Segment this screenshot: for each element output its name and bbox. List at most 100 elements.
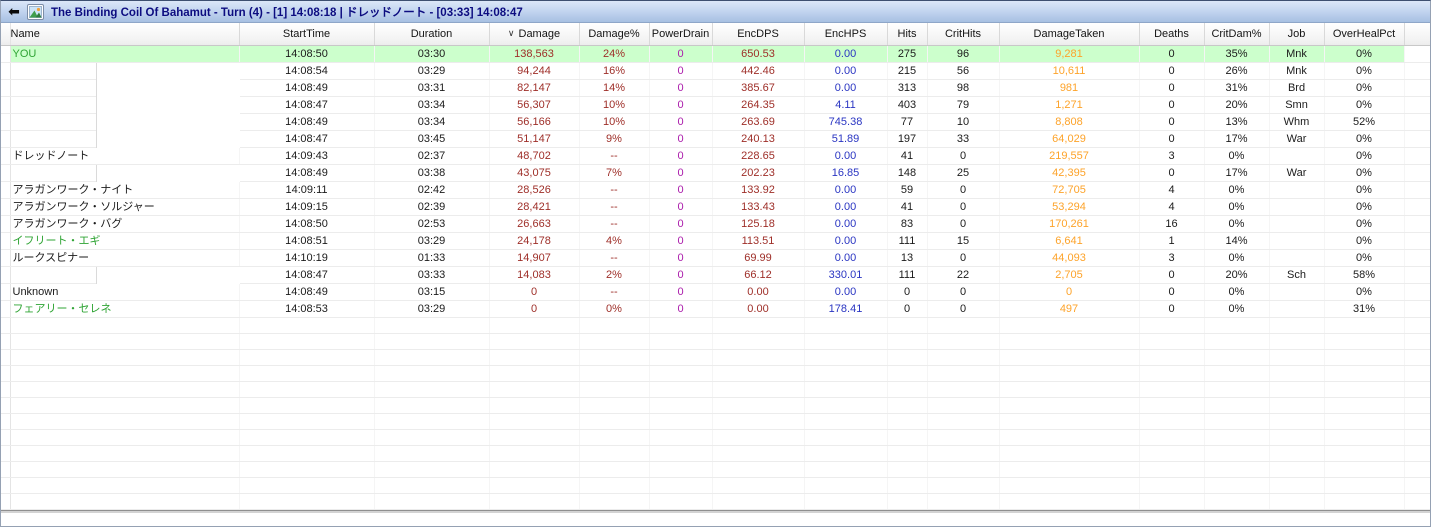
combatant-row[interactable]: フェアリー・セレネ 14:08:53 03:29 0 0% 0 0.00 178.41 0 0 49… [1, 300, 1430, 318]
cell-overHealPct: 0% [1324, 96, 1405, 114]
cell-damage [489, 381, 580, 398]
redacted-name-box [95, 130, 240, 148]
cell-encHps [804, 477, 888, 494]
cell-overHealPct [1324, 365, 1405, 382]
cell-damageTaken [999, 445, 1140, 462]
column-header-job[interactable]: Job [1269, 23, 1325, 46]
cell-job [1269, 397, 1325, 414]
cell-critHits [927, 349, 1000, 366]
cell-damage: 28,526 [489, 181, 580, 199]
cell-deaths: 3 [1139, 249, 1205, 267]
cell-overHealPct: 0% [1324, 62, 1405, 80]
cell-powerDrain: 0 [649, 198, 713, 216]
cell-job: War [1269, 164, 1325, 182]
cell-job: Brd [1269, 79, 1325, 97]
row-filler [1404, 283, 1430, 301]
cell-encDps: 125.18 [712, 215, 805, 233]
cell-duration [374, 381, 490, 398]
cell-overHealPct [1324, 413, 1405, 430]
combatant-row[interactable]: 14:08:47 03:33 14,083 2% 0 66.12 330.01 111 22 2,… [1, 266, 1430, 284]
combatant-row[interactable]: アラガンワーク・ナイト 14:09:11 02:42 28,526 -- 0 133.92 0… [1, 181, 1430, 199]
column-header-critDamPct[interactable]: CritDam% [1204, 23, 1270, 46]
row-filler [1404, 181, 1430, 199]
cell-encHps: 0.00 [804, 215, 888, 233]
cell-critHits [927, 381, 1000, 398]
cell-startTime [239, 381, 375, 398]
cell-encHps [804, 413, 888, 430]
cell-duration: 03:15 [374, 283, 490, 301]
cell-overHealPct: 0% [1324, 147, 1405, 165]
cell-damage [489, 397, 580, 414]
cell-overHealPct [1324, 461, 1405, 478]
column-header-duration[interactable]: Duration [374, 23, 490, 46]
row-margin [1, 181, 11, 199]
combatant-row[interactable]: 14:08:47 03:45 51,147 9% 0 240.13 51.89 197 33 64… [1, 130, 1430, 148]
column-header-deaths[interactable]: Deaths [1139, 23, 1205, 46]
cell-job: Mnk [1269, 62, 1325, 80]
column-header-damageTaken[interactable]: DamageTaken [999, 23, 1140, 46]
cell-critHits: 0 [927, 198, 1000, 216]
cell-name [10, 461, 240, 478]
cell-damagePct: 7% [579, 164, 650, 182]
cell-critDamPct: 0% [1204, 283, 1270, 301]
combatant-name: アラガンワーク・バグ [12, 217, 123, 230]
combatant-row[interactable]: YOU 14:08:50 03:30 138,563 24% 0 650.53 0.00 275… [1, 45, 1430, 63]
row-filler [1404, 45, 1430, 63]
cell-critHits [927, 317, 1000, 334]
column-header-name[interactable]: Name [10, 23, 240, 46]
cell-damage: 0 [489, 300, 580, 318]
row-margin [1, 215, 11, 233]
cell-damagePct: 2% [579, 266, 650, 284]
cell-job [1269, 249, 1325, 267]
cell-overHealPct: 58% [1324, 266, 1405, 284]
cell-critHits: 79 [927, 96, 1000, 114]
row-margin [1, 113, 11, 131]
combatant-name: Unknown [12, 285, 59, 298]
combatant-row[interactable]: 14:08:54 03:29 94,244 16% 0 442.46 0.00 215 56 10… [1, 62, 1430, 80]
back-button[interactable]: ⬅ [4, 3, 24, 21]
screenshot-button[interactable] [25, 3, 45, 21]
empty-row [1, 381, 1430, 398]
column-header-startTime[interactable]: StartTime [239, 23, 375, 46]
column-header-encHps[interactable]: EncHPS [804, 23, 888, 46]
cell-startTime: 14:08:49 [239, 283, 375, 301]
combatant-row[interactable]: アラガンワーク・バグ 14:08:50 02:53 26,663 -- 0 125.18 0.… [1, 215, 1430, 233]
cell-critDamPct [1204, 381, 1270, 398]
cell-critHits [927, 413, 1000, 430]
cell-encHps [804, 365, 888, 382]
cell-powerDrain [649, 493, 713, 510]
combatant-row[interactable]: ルークスピナー 14:10:19 01:33 14,907 -- 0 69.99 0.00 13… [1, 249, 1430, 267]
combatant-row[interactable]: 14:08:49 03:34 56,166 10% 0 263.69 745.38 77 10 8… [1, 113, 1430, 131]
cell-damageTaken [999, 365, 1140, 382]
cell-damagePct [579, 365, 650, 382]
column-header-critHits[interactable]: CritHits [927, 23, 1000, 46]
row-filler [1404, 445, 1430, 462]
column-header-encDps[interactable]: EncDPS [712, 23, 805, 46]
sort-descending-icon: ∨ [507, 27, 515, 38]
column-header-overHealPct[interactable]: OverHealPct [1324, 23, 1405, 46]
combatant-row[interactable]: 14:08:49 03:38 43,075 7% 0 202.23 16.85 148 25 42… [1, 164, 1430, 182]
column-header-damagePct[interactable]: Damage% [579, 23, 650, 46]
column-header-damage[interactable]: ∨ Damage [489, 23, 580, 46]
cell-damagePct: 0% [579, 300, 650, 318]
cell-critDamPct [1204, 333, 1270, 350]
cell-hits [887, 413, 928, 430]
combatant-name: アラガンワーク・ソルジャー [12, 200, 155, 213]
combatant-row[interactable]: イフリート・エギ 14:08:51 03:29 24,178 4% 0 113.51 0.00… [1, 232, 1430, 250]
combatant-row[interactable]: 14:08:47 03:34 56,307 10% 0 264.35 4.11 403 79 1,… [1, 96, 1430, 114]
cell-critDamPct: 26% [1204, 62, 1270, 80]
cell-critDamPct: 14% [1204, 232, 1270, 250]
combatant-row[interactable]: アラガンワーク・ソルジャー 14:09:15 02:39 28,421 -- 0 133.4… [1, 198, 1430, 216]
cell-damagePct: 14% [579, 79, 650, 97]
combatant-row[interactable]: ドレッドノート 14:09:43 02:37 48,702 -- 0 228.65 0.00 4… [1, 147, 1430, 165]
combatant-row[interactable]: Unknown 14:08:49 03:15 0 -- 0 0.00 0.00 0 0 0 0 0% 0% [1, 283, 1430, 301]
combatant-row[interactable]: 14:08:49 03:31 82,147 14% 0 385.67 0.00 313 98 98… [1, 79, 1430, 97]
cell-name [10, 266, 240, 284]
column-header-hits[interactable]: Hits [887, 23, 928, 46]
empty-row [1, 413, 1430, 430]
cell-damagePct: -- [579, 215, 650, 233]
cell-name: ルークスピナー [10, 249, 240, 267]
cell-damage: 28,421 [489, 198, 580, 216]
cell-critDamPct [1204, 445, 1270, 462]
column-header-powerDrain[interactable]: PowerDrain [649, 23, 713, 46]
